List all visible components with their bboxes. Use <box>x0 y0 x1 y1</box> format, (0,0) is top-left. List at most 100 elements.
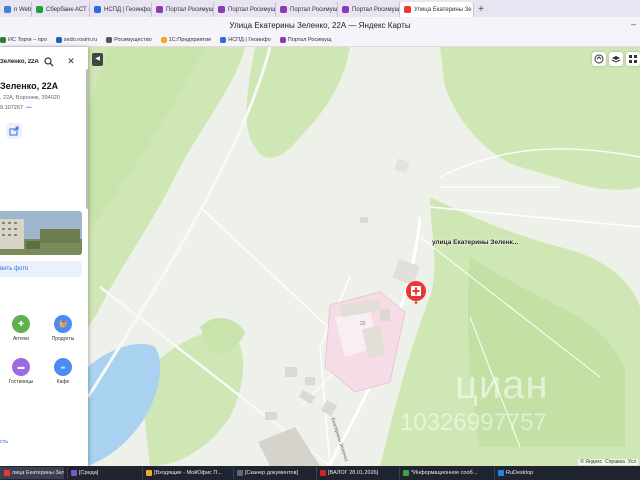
browser-tab[interactable]: Улица Екатерины Зе× <box>400 2 474 17</box>
bookmark-label: 1С:Предприятие <box>168 37 212 43</box>
taskbar-label: [Входящие - МойОфис П... <box>154 470 222 476</box>
grid-button[interactable] <box>626 52 640 66</box>
category-button[interactable]: ✚ Аптеки <box>4 315 38 342</box>
copyright-item: © Яндекс <box>580 459 603 465</box>
taskbar-label: [Среда] <box>79 470 99 476</box>
bookmark-item[interactable]: sedo.rosim.ru <box>55 37 98 43</box>
share-button[interactable] <box>6 123 22 139</box>
place-coordinates[interactable]: 9.107267 ••• <box>0 105 32 111</box>
layers-icon <box>594 54 604 64</box>
taskbar-label: [ВАЛОГ 28.01.2026] <box>328 470 379 476</box>
favicon-icon <box>342 6 349 13</box>
new-tab-button[interactable]: + <box>474 2 488 17</box>
search-icon[interactable] <box>44 57 54 67</box>
tab-label: n Web Clie <box>14 6 32 13</box>
bookmark-label: НСПД | Геоинфо <box>228 37 271 43</box>
map-style-button[interactable] <box>609 52 623 66</box>
taskbar-label: *Информационное сооб... <box>411 470 478 476</box>
favicon-icon <box>94 6 101 13</box>
bookmark-icon <box>0 37 6 43</box>
browser-tab[interactable]: Портал Росимущества <box>214 2 276 17</box>
share-icon <box>9 126 19 136</box>
more-link[interactable]: сть <box>0 439 8 445</box>
place-photo[interactable] <box>0 211 82 255</box>
taskbar-item[interactable]: [Сканер документов] <box>233 467 313 479</box>
tab-label: Портал Росимущества <box>228 6 276 13</box>
taskbar-item[interactable]: [Среда] <box>67 467 139 479</box>
house-number: 22 <box>360 321 366 327</box>
marker-label[interactable]: улица Екатерины Зеленк... <box>432 239 518 246</box>
app-icon <box>320 470 326 476</box>
plus-icon: ✚ <box>12 315 30 333</box>
hospital-marker-icon <box>406 281 426 304</box>
bed-icon: ▬ <box>12 358 30 376</box>
window-title: Улица Екатерины Зеленко, 22А — Яндекс Ка… <box>229 21 411 30</box>
app-icon <box>146 470 152 476</box>
map-copyright: © Яндекс Справка Усл <box>578 459 638 465</box>
browser-tab[interactable]: n Web Clie <box>0 2 32 17</box>
bookmark-label: sedo.rosim.ru <box>63 37 98 43</box>
location-marker[interactable] <box>405 280 427 304</box>
minimize-icon[interactable]: – <box>631 19 636 29</box>
bookmark-item[interactable]: Росимущество <box>106 37 152 43</box>
app-icon <box>4 470 10 476</box>
basket-icon: 🧺 <box>54 315 72 333</box>
category-label: Кафе <box>56 379 70 385</box>
browser-tab[interactable]: Сбербанк-АСТ - элек <box>32 2 90 17</box>
category-button[interactable]: 🧺 Продукты <box>46 315 80 342</box>
taskbar-item[interactable]: *Информационное сооб... <box>399 467 491 479</box>
taskbar: лица Екатерины Зеленк... [Среда] [Входящие… <box>0 466 640 480</box>
taskbar-item[interactable]: [Входящие - МойОфис П... <box>142 467 230 479</box>
place-title: Зеленко, 22А <box>0 81 59 91</box>
category-button[interactable]: ☕ Кафе <box>46 358 80 385</box>
copyright-item[interactable]: Справка <box>605 459 625 465</box>
place-panel: Зеленко, 22А ✕ Зеленко, 22А , 22А, Ворон… <box>0 47 88 466</box>
taskbar-label: лица Екатерины Зеленк... <box>12 470 64 476</box>
taskbar-item[interactable]: лица Екатерины Зеленк... <box>0 467 64 479</box>
favicon-icon <box>280 6 287 13</box>
bookmark-item[interactable]: ИС Торги – про <box>0 37 47 43</box>
map-layers-icon <box>611 56 621 63</box>
app-icon <box>71 470 77 476</box>
taskbar-item[interactable]: RuDesktop <box>494 467 538 479</box>
category-label: Аптеки <box>12 336 30 342</box>
title-bar: Улица Екатерины Зеленко, 22А — Яндекс Ка… <box>0 17 640 34</box>
copyright-item[interactable]: Усл <box>628 459 636 465</box>
building-photo <box>0 211 82 255</box>
close-icon[interactable]: ✕ <box>66 56 76 66</box>
browser-tab[interactable]: Портал Росимущества <box>276 2 338 17</box>
search-input[interactable]: Зеленко, 22А <box>0 59 40 65</box>
bookmark-item[interactable]: НСПД | Геоинфо <box>220 37 271 43</box>
map-controls <box>592 52 640 66</box>
bookmark-label: Росимущество <box>114 37 152 43</box>
bookmark-label: ИС Торги – про <box>8 37 47 43</box>
favicon-icon <box>36 6 43 13</box>
category-label: Продукты <box>51 336 75 342</box>
browser-tab[interactable]: Портал Росимущества <box>152 2 214 17</box>
browser-tab[interactable]: НСПД | Геоинформаци <box>90 2 152 17</box>
map-canvas[interactable]: улица Екатерины Зеленк... 22 Екатерины З… <box>0 47 640 466</box>
bookmark-icon <box>279 37 286 43</box>
tab-label: Портал Росимущества <box>166 6 214 13</box>
add-photo-button[interactable]: вить фото <box>0 261 82 277</box>
favicon-icon <box>156 6 163 13</box>
category-button[interactable]: ▬ Гостиницы <box>4 358 38 385</box>
browser-tab[interactable]: Портал Росимущества <box>338 2 400 17</box>
bookmark-label: Портал Росимущ <box>287 37 332 43</box>
panel-scrollbar[interactable] <box>86 69 88 209</box>
cup-icon: ☕ <box>54 358 72 376</box>
tab-label: Портал Росимущества <box>352 6 400 13</box>
bookmark-icon <box>160 37 167 43</box>
bookmarks-bar: ИС Торги – про sedo.rosim.ru Росимущество 1… <box>0 34 640 47</box>
grid-icon <box>629 55 637 63</box>
collapse-panel-button[interactable]: ◀ <box>92 53 103 66</box>
tab-strip: n Web Clie Сбербанк-АСТ - элек НСПД | Геои… <box>0 0 640 17</box>
bookmark-item[interactable]: Портал Росимущ <box>279 37 332 43</box>
app-icon <box>237 470 243 476</box>
layers-button[interactable] <box>592 52 606 66</box>
more-icon[interactable]: ••• <box>26 105 32 111</box>
bookmark-item[interactable]: 1С:Предприятие <box>160 37 212 43</box>
bookmark-icon <box>55 37 62 43</box>
bookmark-icon <box>106 37 113 43</box>
taskbar-item[interactable]: [ВАЛОГ 28.01.2026] <box>316 467 396 479</box>
